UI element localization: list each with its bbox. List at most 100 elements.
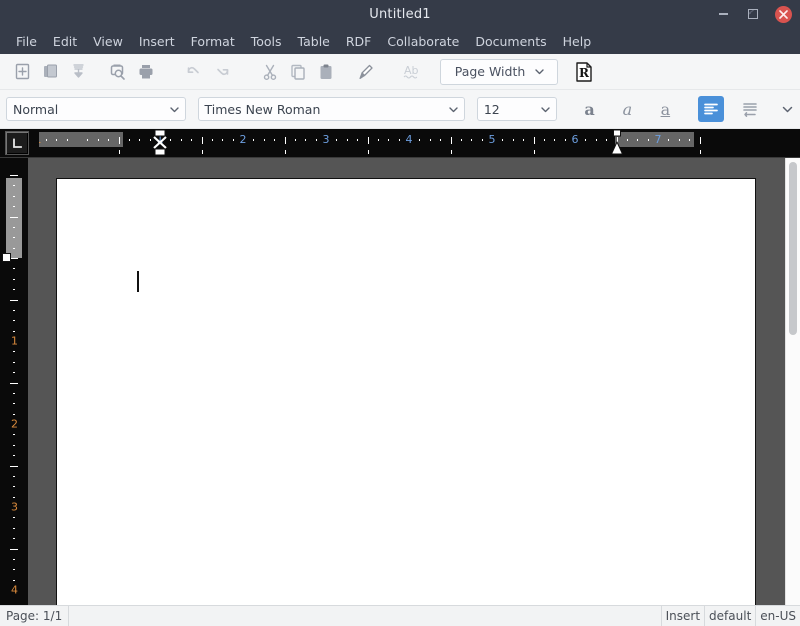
toolbar-separator <box>640 109 652 110</box>
rdf-button[interactable]: R <box>570 59 598 85</box>
horizontal-ruler[interactable]: 11234567 <box>0 129 800 158</box>
bold-button[interactable]: a <box>577 96 603 122</box>
ruler-subtick <box>119 150 120 154</box>
menu-insert[interactable]: Insert <box>131 31 183 52</box>
ruler-tick <box>13 331 15 332</box>
menu-help[interactable]: Help <box>555 31 600 52</box>
toolbar-separator <box>92 71 104 72</box>
format-painter-button[interactable] <box>352 59 380 85</box>
ruler-tick <box>13 538 15 539</box>
menu-bar: File Edit View Insert Format Tools Table… <box>0 28 800 54</box>
open-folder-icon <box>42 63 59 80</box>
new-document-button[interactable] <box>8 59 36 85</box>
vertical-scrollbar[interactable] <box>785 158 800 605</box>
menu-format[interactable]: Format <box>183 31 243 52</box>
ruler-tick <box>98 139 99 141</box>
ruler-label: 1 <box>39 133 42 146</box>
paste-button[interactable] <box>312 59 340 85</box>
line-spacing-button[interactable] <box>736 96 762 122</box>
toolbar-separator <box>428 71 440 72</box>
ruler-tick <box>13 237 15 238</box>
vertical-ruler[interactable]: 1234 <box>0 158 28 605</box>
font-family-select[interactable]: Times New Roman <box>198 97 465 121</box>
toolbar-separator <box>724 109 736 110</box>
menu-rdf[interactable]: RDF <box>338 31 380 52</box>
cut-button[interactable] <box>256 59 284 85</box>
left-indent-marker[interactable] <box>152 129 168 157</box>
document-page[interactable] <box>56 178 756 605</box>
paragraph-style-select[interactable]: Normal <box>6 97 186 121</box>
save-down-arrow-icon <box>70 63 87 80</box>
underline-button[interactable]: a <box>652 96 678 122</box>
ruler-tick <box>13 455 15 456</box>
print-preview-icon <box>109 63 127 81</box>
menu-collaborate[interactable]: Collaborate <box>379 31 467 52</box>
ruler-tick <box>461 139 462 141</box>
menu-tools[interactable]: Tools <box>243 31 290 52</box>
ruler-label: 4 <box>11 584 18 597</box>
toolbar-overflow-button[interactable] <box>774 96 800 122</box>
zoom-select[interactable]: Page Width <box>440 59 558 85</box>
spell-check-ab-icon: Ab <box>403 62 425 82</box>
right-indent-marker[interactable] <box>609 129 625 157</box>
ruler-tick <box>336 139 337 141</box>
copy-button[interactable] <box>284 59 312 85</box>
scissors-icon <box>261 63 279 81</box>
ruler-tick <box>150 139 151 141</box>
ruler-tick <box>13 569 15 570</box>
font-size-select[interactable]: 12 <box>477 97 557 121</box>
ruler-tick <box>181 139 182 141</box>
chevron-down-icon <box>536 104 556 115</box>
ruler-tick <box>627 139 628 141</box>
toolbar-separator <box>558 71 570 72</box>
ruler-tick <box>13 434 15 435</box>
ruler-tick <box>451 137 452 144</box>
chevron-down-icon <box>165 104 185 115</box>
ruler-tick <box>482 139 483 141</box>
menu-table[interactable]: Table <box>290 31 338 52</box>
tab-stop-selector-button[interactable] <box>5 131 29 155</box>
ruler-tick <box>544 139 545 141</box>
toolbar-separator <box>160 71 180 72</box>
open-document-button[interactable] <box>36 59 64 85</box>
ruler-tick <box>523 139 524 141</box>
minimize-button[interactable] <box>715 6 731 22</box>
status-language[interactable]: en-US <box>756 606 800 626</box>
ruler-tick <box>679 139 680 141</box>
paragraph-style-value: Normal <box>7 102 165 117</box>
ruler-scale[interactable]: 11234567 <box>39 129 800 157</box>
document-canvas[interactable] <box>28 158 785 605</box>
vertical-scrollbar-thumb[interactable] <box>789 162 797 335</box>
print-button[interactable] <box>132 59 160 85</box>
ruler-tick <box>212 139 213 141</box>
status-insert-mode[interactable]: Insert <box>662 606 705 626</box>
ruler-label: 6 <box>572 133 579 146</box>
undo-button[interactable] <box>180 59 208 85</box>
align-left-button[interactable] <box>698 96 724 122</box>
ruler-label: 5 <box>489 133 496 146</box>
maximize-button[interactable] <box>745 6 761 22</box>
menu-documents[interactable]: Documents <box>467 31 554 52</box>
ruler-tick <box>13 268 15 269</box>
ruler-tick <box>13 445 15 446</box>
zoom-value: Page Width <box>449 64 530 79</box>
menu-file[interactable]: File <box>8 31 45 52</box>
ruler-tick <box>357 139 358 141</box>
ruler-subtick <box>202 150 203 154</box>
print-preview-button[interactable] <box>104 59 132 85</box>
ruler-tick <box>13 559 15 560</box>
italic-button[interactable]: a <box>614 96 640 122</box>
save-document-button[interactable] <box>64 59 92 85</box>
redo-button[interactable] <box>208 59 236 85</box>
spelling-button[interactable]: Ab <box>400 59 428 85</box>
window-title: Untitled1 <box>0 7 800 22</box>
minimize-icon <box>719 13 728 15</box>
menu-edit[interactable]: Edit <box>45 31 85 52</box>
ruler-tick <box>13 476 15 477</box>
status-style[interactable]: default <box>705 606 756 626</box>
close-button[interactable] <box>775 6 792 23</box>
ruler-subtick <box>700 150 701 154</box>
top-margin-marker[interactable] <box>2 253 11 262</box>
menu-view[interactable]: View <box>85 31 131 52</box>
window-controls <box>715 0 792 28</box>
